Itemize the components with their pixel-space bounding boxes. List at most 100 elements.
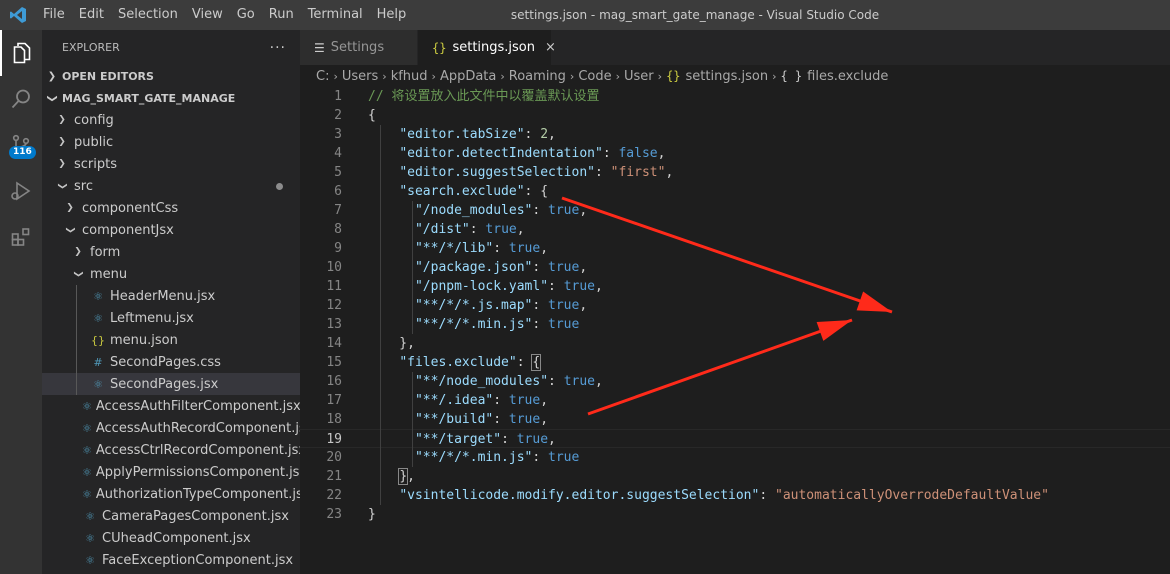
project-section[interactable]: ❯ MAG_SMART_GATE_MANAGE	[42, 87, 300, 109]
breadcrumb-item[interactable]: AppData	[440, 69, 496, 84]
code-token: true	[548, 450, 580, 465]
code-line[interactable]: 9 "**/*/lib": true,	[300, 239, 1170, 258]
code-token: "**/.idea"	[414, 393, 494, 408]
line-number: 12	[326, 298, 342, 313]
tree-item-label: AccessAuthFilterComponent.jsx	[95, 398, 300, 414]
file-item[interactable]: ⚛ AccessCtrlRecordComponent.jsx	[42, 439, 300, 461]
file-item[interactable]: {} menu.json	[42, 329, 300, 351]
menu-file[interactable]: File	[36, 0, 72, 30]
explorer-icon[interactable]	[0, 30, 42, 76]
menu-terminal[interactable]: Terminal	[301, 0, 370, 30]
code-line[interactable]: 4 "editor.detectIndentation": false,	[300, 144, 1170, 163]
code-line[interactable]: 15 "files.exclude": {	[300, 353, 1170, 372]
extensions-icon[interactable]	[0, 214, 42, 260]
menu-view[interactable]: View	[185, 0, 230, 30]
code-token: }	[398, 468, 409, 485]
code-text: "editor.tabSize": 2,	[368, 125, 556, 144]
code-line[interactable]: 23}	[300, 505, 1170, 524]
file-item[interactable]: ⚛ CUheadComponent.jsx	[42, 527, 300, 549]
editor-tabs: ☰ Settings {} settings.json ×	[300, 30, 1170, 65]
line-number: 8	[334, 222, 342, 237]
close-icon[interactable]: ×	[545, 40, 556, 55]
code-line[interactable]: 19 "**/target": true,	[300, 429, 1170, 448]
folder-scripts[interactable]: ❯ scripts	[42, 153, 300, 175]
search-icon[interactable]	[0, 76, 42, 122]
code-editor[interactable]: 1// 将设置放入此文件中以覆盖默认设置 2{3 "editor.tabSize"…	[300, 87, 1170, 574]
breadcrumb-item[interactable]: kfhud	[391, 69, 428, 84]
line-number: 1	[334, 89, 342, 104]
activity-bar: 116	[0, 30, 42, 574]
menu-edit[interactable]: Edit	[72, 0, 111, 30]
code-line[interactable]: 12 "**/*/*.js.map": true,	[300, 296, 1170, 315]
menu-selection[interactable]: Selection	[111, 0, 185, 30]
code-token: ,	[595, 374, 603, 389]
folder-componentcss[interactable]: ❯ componentCss	[42, 197, 300, 219]
run-debug-icon[interactable]	[0, 168, 42, 214]
code-token: "/package.json"	[414, 260, 533, 275]
more-actions-icon[interactable]: ···	[270, 40, 286, 56]
menu-run[interactable]: Run	[262, 0, 301, 30]
open-editors-section[interactable]: ❯ OPEN EDITORS	[42, 65, 300, 87]
code-line[interactable]: 8 "/dist": true,	[300, 220, 1170, 239]
breadcrumb-item[interactable]: files.exclude	[807, 69, 888, 84]
code-line[interactable]: 18 "**/build": true,	[300, 410, 1170, 429]
folder-componentjsx[interactable]: ❯ componentJsx	[42, 219, 300, 241]
code-token: true	[548, 298, 580, 313]
file-item[interactable]: ⚛ CameraPagesComponent.jsx	[42, 505, 300, 527]
code-line[interactable]: 22 "vsintellicode.modify.editor.suggestS…	[300, 486, 1170, 505]
folder-config[interactable]: ❯ config	[42, 109, 300, 131]
code-line[interactable]: 2{	[300, 106, 1170, 125]
breadcrumb-item[interactable]: settings.json	[686, 69, 769, 84]
code-line[interactable]: 21 },	[300, 467, 1170, 486]
code-token: "vsintellicode.modify.editor.suggestSele…	[399, 488, 760, 503]
code-line[interactable]: 11 "/pnpm-lock.yaml": true,	[300, 277, 1170, 296]
file-item[interactable]: # SecondPages.css	[42, 351, 300, 373]
breadcrumb-item[interactable]: Code	[578, 69, 611, 84]
menu-go[interactable]: Go	[230, 0, 262, 30]
chevron-right-icon: ❯	[58, 115, 66, 125]
code-line[interactable]: 16 "**/node_modules": true,	[300, 372, 1170, 391]
tree-item-label: src	[74, 178, 93, 194]
code-line[interactable]: 6 "search.exclude": {	[300, 182, 1170, 201]
folder-menu[interactable]: ❯ menu	[42, 263, 300, 285]
code-line[interactable]: 1 // 将设置放入此文件中以覆盖默认设置	[300, 87, 1170, 106]
code-line[interactable]: 3 "editor.tabSize": 2,	[300, 125, 1170, 144]
code-line[interactable]: 7 "/node_modules": true,	[300, 201, 1170, 220]
source-control-icon[interactable]: 116	[0, 122, 42, 168]
file-item[interactable]: ⚛ FaceExceptionComponent.jsx	[42, 549, 300, 571]
code-token: "**/build"	[414, 412, 494, 427]
chevron-right-icon: ❯	[47, 70, 57, 82]
breadcrumb-item[interactable]: Users	[342, 69, 378, 84]
file-item[interactable]: ⚛ ApplyPermissionsComponent.jsx	[42, 461, 300, 483]
breadcrumb-item[interactable]: C:	[316, 69, 329, 84]
modified-dot-icon	[276, 183, 283, 190]
vscode-logo-icon	[0, 0, 36, 30]
file-item[interactable]: ⚛ AccessAuthRecordComponent.jsx	[42, 417, 300, 439]
breadcrumb-item[interactable]: User	[624, 69, 654, 84]
tab-settings[interactable]: ☰ Settings	[300, 30, 418, 65]
chevron-right-icon: ›	[333, 69, 338, 83]
code-line[interactable]: 17 "**/.idea": true,	[300, 391, 1170, 410]
code-line[interactable]: 10 "/package.json": true,	[300, 258, 1170, 277]
code-line[interactable]: 5 "editor.suggestSelection": "first",	[300, 163, 1170, 182]
folder-src[interactable]: ❯ src	[42, 175, 300, 197]
file-item[interactable]: ⚛ AuthorizationTypeComponent.jsx	[42, 483, 300, 505]
tree-item-label: config	[74, 112, 114, 128]
file-item[interactable]: ⚛ SecondPages.jsx	[42, 373, 300, 395]
file-item[interactable]: ⚛ HeaderMenu.jsx	[42, 285, 300, 307]
code-line[interactable]: 20 "**/*/*.min.js": true	[300, 448, 1170, 467]
file-item[interactable]: ⚛ AccessAuthFilterComponent.jsx	[42, 395, 300, 417]
code-line[interactable]: 13 "**/*/*.min.js": true	[300, 315, 1170, 334]
code-line[interactable]: 14 },	[300, 334, 1170, 353]
menu-help[interactable]: Help	[370, 0, 414, 30]
file-item[interactable]: ⚛ Leftmenu.jsx	[42, 307, 300, 329]
folder-public[interactable]: ❯ public	[42, 131, 300, 153]
tab-settings-json[interactable]: {} settings.json ×	[418, 30, 556, 65]
breadcrumb-item[interactable]: Roaming	[509, 69, 566, 84]
json-file-icon: {}	[91, 333, 105, 347]
folder-form[interactable]: ❯ form	[42, 241, 300, 263]
